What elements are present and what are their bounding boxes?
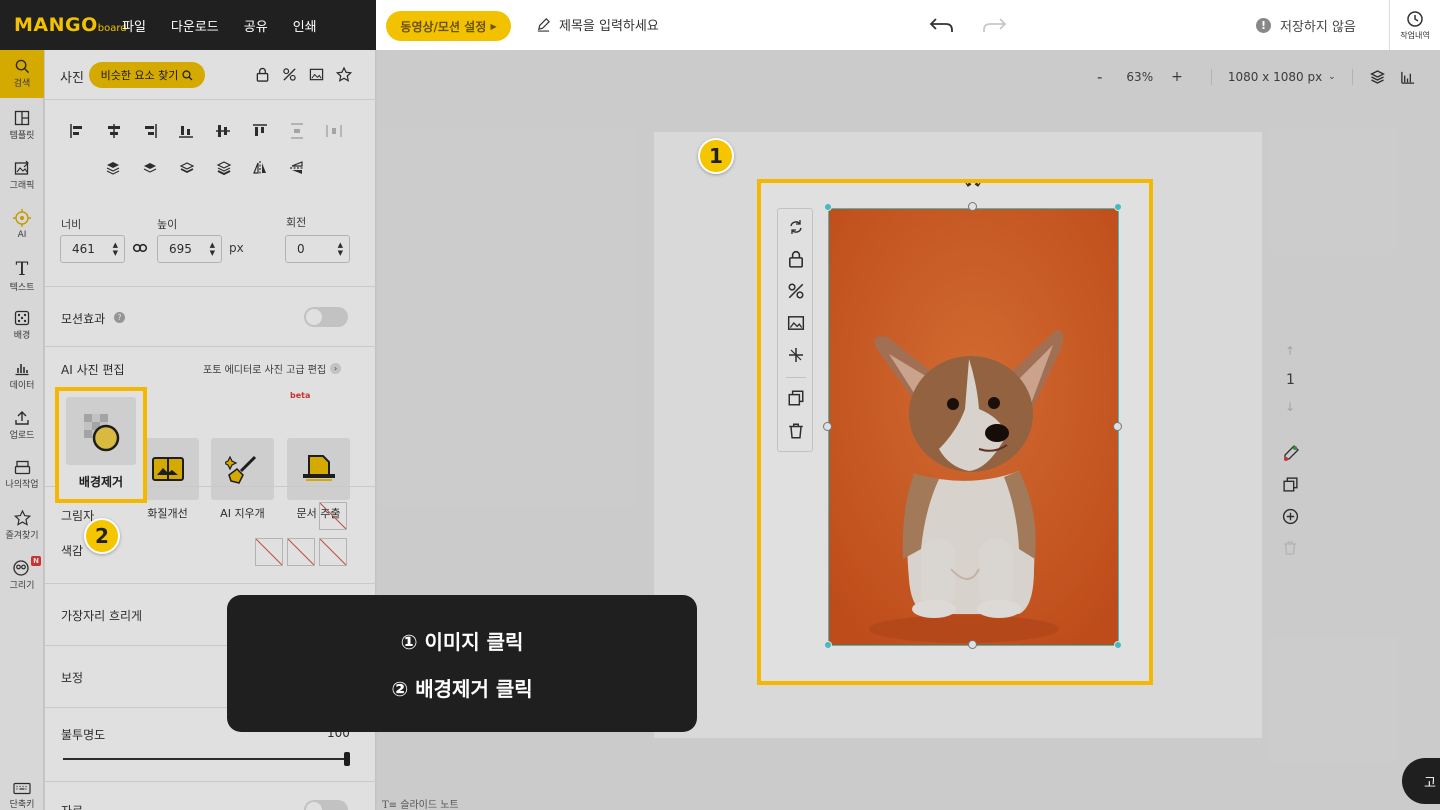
logo[interactable]: MANGOboard bbox=[14, 14, 127, 36]
undo-icon[interactable] bbox=[928, 13, 956, 37]
slide-note-label: 슬라이드 노트 bbox=[400, 800, 459, 810]
text-icon: T≡ bbox=[382, 800, 398, 810]
menu-share[interactable]: 공유 bbox=[244, 16, 268, 35]
logo-main: MANGO bbox=[14, 14, 98, 36]
title-input[interactable]: 제목을 입력하세요 bbox=[536, 15, 659, 34]
tutorial-step-1: ① 이미지 클릭 bbox=[400, 629, 524, 654]
history-button[interactable]: 작업내역 bbox=[1389, 0, 1440, 50]
title-placeholder: 제목을 입력하세요 bbox=[559, 19, 659, 34]
top-bar-dark: MANGOboard 파일 다운로드 공유 인쇄 bbox=[0, 0, 376, 50]
tutorial-step-2: ② 배경제거 클릭 bbox=[391, 676, 533, 701]
menu-print[interactable]: 인쇄 bbox=[293, 16, 317, 35]
step-badge-1: 1 bbox=[698, 138, 734, 174]
slide-note-tab[interactable]: T≡ 슬라이드 노트 bbox=[382, 796, 459, 810]
cta-label: 고 bbox=[1424, 775, 1436, 791]
save-status: ! 저장하지 않음 bbox=[1256, 16, 1356, 35]
history-label: 작업내역 bbox=[1400, 30, 1430, 40]
tutorial-tooltip: ① 이미지 클릭 ② 배경제거 클릭 bbox=[227, 595, 697, 732]
redo-icon[interactable] bbox=[980, 13, 1008, 37]
menu-file[interactable]: 파일 bbox=[122, 16, 146, 35]
remove-bg-highlight-border bbox=[55, 387, 147, 503]
video-motion-button[interactable]: 동영상/모션 설정 ▶ bbox=[386, 11, 511, 41]
history-icon bbox=[1407, 10, 1423, 27]
play-icon: ▶ bbox=[490, 21, 497, 31]
save-status-text: 저장하지 않음 bbox=[1280, 20, 1356, 35]
menu-download[interactable]: 다운로드 bbox=[171, 16, 219, 35]
artboard-highlight-border bbox=[757, 179, 1153, 685]
step-badge-2: 2 bbox=[84, 518, 120, 554]
warning-icon: ! bbox=[1256, 18, 1271, 33]
video-motion-label: 동영상/모션 설정 bbox=[400, 19, 487, 34]
cta-button[interactable]: 고 bbox=[1402, 758, 1440, 804]
pencil-icon bbox=[537, 18, 550, 32]
